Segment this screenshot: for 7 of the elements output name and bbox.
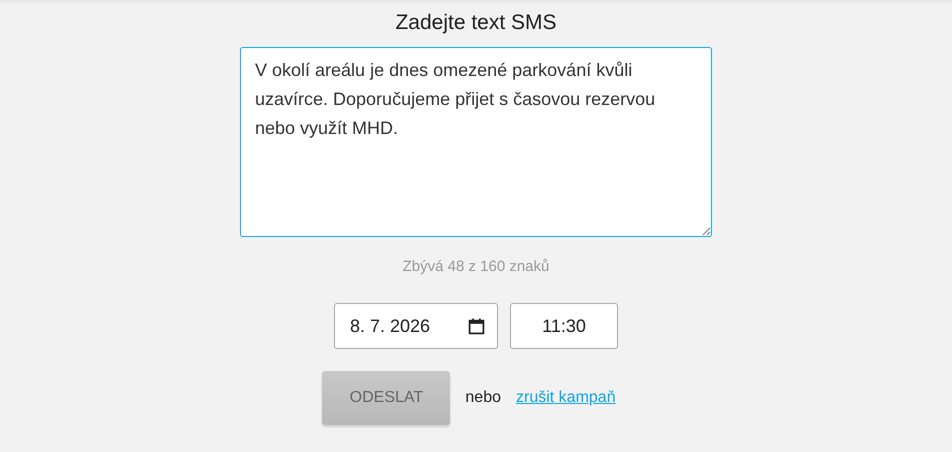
message-field[interactable]: V okolí areálu je dnes omezené parkování kvůli uzavírce. Doporučujeme přijet s časovou rezervou nebo využít MHD. — [240, 47, 712, 237]
form-heading: Zadejte text SMS — [395, 11, 557, 35]
time-field[interactable]: 11:30 — [510, 303, 618, 349]
or-text: nebo — [465, 389, 501, 407]
date-field[interactable]: 8. 7. 2026 — [334, 303, 498, 349]
calendar-icon[interactable] — [468, 318, 485, 334]
character-counter: Zbývá 48 z 160 znaků — [402, 258, 550, 275]
